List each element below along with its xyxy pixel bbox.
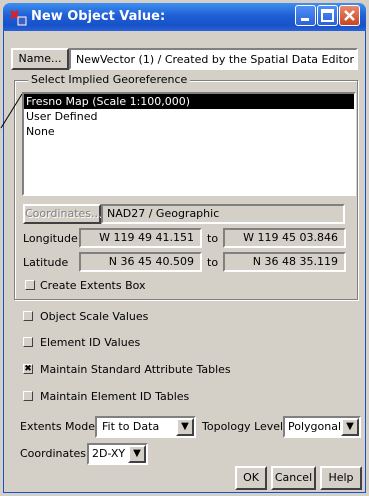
callout-leader-line [0, 92, 24, 132]
coordinates-label: Coordinates [20, 447, 87, 460]
dialog-window: New Object Value: Name... NewVector (1) … [0, 0, 369, 496]
checkbox-box[interactable] [23, 391, 33, 401]
chevron-down-icon[interactable]: ▼ [341, 418, 359, 436]
vector-object-icon [9, 8, 27, 26]
option-label: Object Scale Values [40, 310, 149, 323]
name-button[interactable]: Name... [11, 48, 69, 70]
object-name-field[interactable]: NewVector (1) / Created by the Spatial D… [69, 48, 358, 70]
element-id-values-checkbox[interactable]: Element ID Values [22, 336, 272, 350]
coordinates-select[interactable]: 2D-XY ▼ [87, 443, 148, 465]
list-item[interactable]: None [24, 124, 354, 139]
minimize-icon [301, 18, 309, 21]
option-label: Element ID Values [40, 336, 141, 349]
latitude-from-field: N 36 45 40.509 [79, 252, 202, 272]
longitude-from-field: W 119 49 41.151 [79, 228, 202, 248]
option-label: Maintain Element ID Tables [40, 390, 190, 403]
close-button[interactable] [339, 5, 360, 26]
longitude-to-field: W 119 45 03.846 [223, 228, 346, 248]
latitude-to-field: N 36 48 35.119 [223, 252, 346, 272]
checkbox-box[interactable] [23, 311, 33, 321]
longitude-label: Longitude [23, 232, 78, 245]
create-extents-checkbox[interactable]: Create Extents Box [24, 279, 224, 293]
window-title: New Object Value: [31, 9, 166, 24]
topology-level-value: Polygonal [288, 420, 342, 433]
minimize-button[interactable] [295, 5, 316, 26]
extents-mode-label: Extents Mode: [20, 420, 99, 433]
maximize-button[interactable] [317, 5, 338, 26]
list-item[interactable]: User Defined [24, 109, 354, 124]
maximize-icon [321, 9, 334, 22]
checkbox-box[interactable] [25, 280, 35, 290]
georeference-list[interactable]: Fresno Map (Scale 1:100,000) User Define… [22, 92, 356, 196]
georeference-group-label: Select Implied Georeference [28, 73, 191, 86]
longitude-to-label: to [207, 232, 219, 245]
coordinates-button: Coordinates... [23, 204, 102, 224]
coordinates-value: 2D-XY [92, 447, 126, 460]
ok-button[interactable]: OK [235, 466, 267, 490]
list-item[interactable]: Fresno Map (Scale 1:100,000) [24, 94, 354, 109]
chevron-down-icon[interactable]: ▼ [128, 445, 146, 463]
maintain-standard-attribute-tables-checkbox[interactable]: ✖ Maintain Standard Attribute Tables [22, 363, 272, 377]
topology-level-select[interactable]: Polygonal ▼ [283, 416, 361, 438]
latitude-label: Latitude [23, 256, 69, 269]
extents-mode-select[interactable]: Fit to Data ▼ [95, 416, 196, 438]
option-label: Maintain Standard Attribute Tables [40, 363, 231, 376]
create-extents-label: Create Extents Box [40, 279, 146, 292]
help-button[interactable]: Help [320, 466, 362, 490]
title-bar[interactable]: New Object Value: [3, 3, 366, 31]
coordinate-system-field: NAD27 / Geographic [101, 204, 345, 224]
maintain-element-id-tables-checkbox[interactable]: Maintain Element ID Tables [22, 390, 272, 404]
topology-level-label: Topology Level [202, 420, 284, 433]
cancel-button[interactable]: Cancel [271, 466, 316, 490]
chevron-down-icon[interactable]: ▼ [176, 418, 194, 436]
object-scale-values-checkbox[interactable]: Object Scale Values [22, 310, 272, 324]
checked-checkbox-box[interactable]: ✖ [23, 364, 33, 374]
checkbox-box[interactable] [23, 337, 33, 347]
close-icon [344, 10, 355, 21]
latitude-to-label: to [207, 256, 219, 269]
extents-mode-value: Fit to Data [102, 420, 160, 433]
